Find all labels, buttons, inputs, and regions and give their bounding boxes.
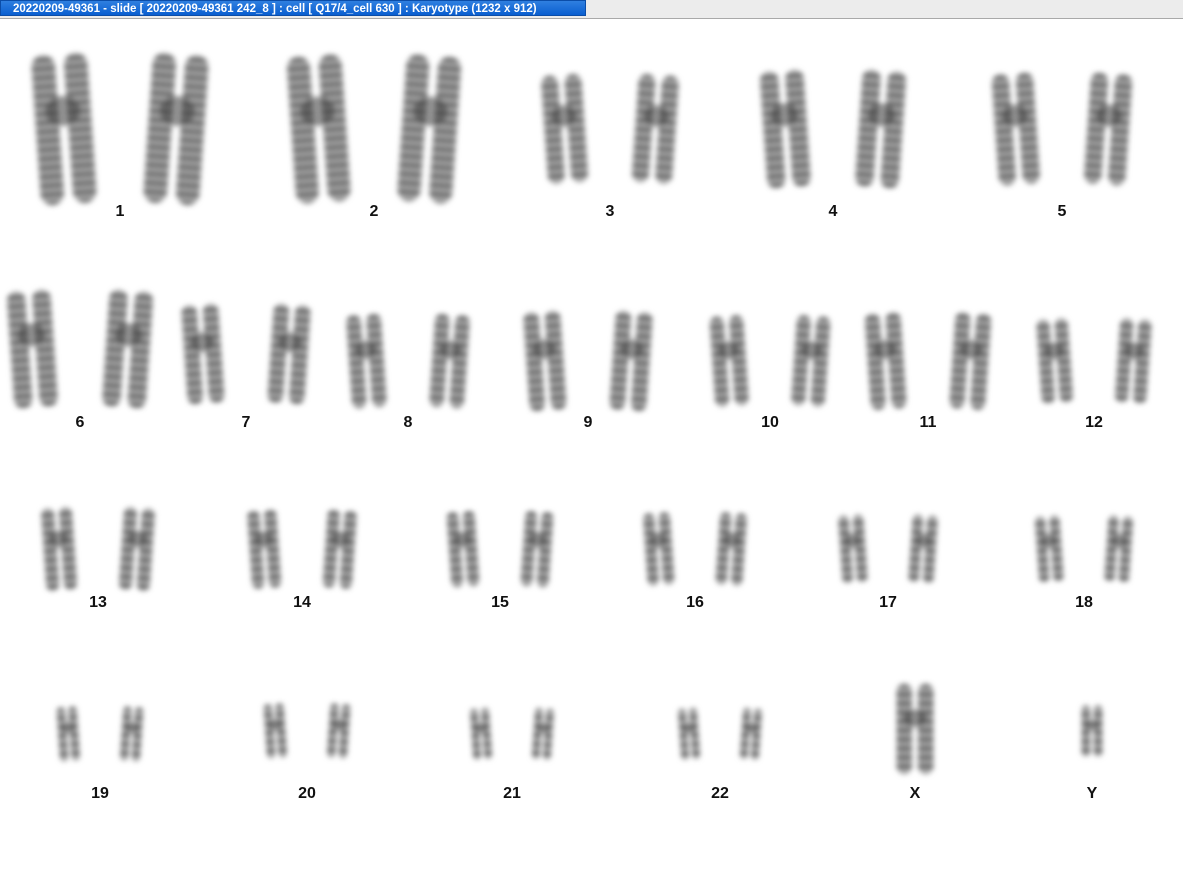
chromosome-label-11: 11 xyxy=(920,414,937,431)
chromosome-pair-6[interactable] xyxy=(6,289,153,409)
chromosome-label-20: 20 xyxy=(298,785,316,802)
chromosome-label-1: 1 xyxy=(116,203,125,220)
chromosome-pair-15[interactable] xyxy=(446,511,554,588)
chromosome-label-6: 6 xyxy=(76,414,85,431)
chromosome-pair-13[interactable] xyxy=(41,507,155,591)
chromosome-label-5: 5 xyxy=(1058,203,1067,220)
chromosome-label-x: X xyxy=(910,785,921,802)
chromosome-label-21: 21 xyxy=(503,785,521,802)
chromosome-pair-20[interactable] xyxy=(263,703,351,759)
chromosome-pair-2[interactable] xyxy=(286,54,461,204)
chromosome-label-16: 16 xyxy=(686,594,704,611)
chromosome-label-22: 22 xyxy=(711,785,729,802)
chromosome-pair-8[interactable] xyxy=(346,313,470,409)
chromosome-pair-4[interactable] xyxy=(759,69,906,189)
chromosome-pair-y[interactable] xyxy=(1081,705,1103,757)
chromosome-label-12: 12 xyxy=(1085,414,1103,431)
chromosome-pair-11[interactable] xyxy=(864,312,992,410)
chromosome-label-y: Y xyxy=(1087,785,1098,802)
chromosome-label-15: 15 xyxy=(491,594,509,611)
window-title-tab[interactable]: 20220209-49361 - slide [ 20220209-49361 … xyxy=(0,0,586,16)
chromosome-pair-12[interactable] xyxy=(1036,318,1152,404)
karyogram-canvas: 1 2 3 4 56 7 8 9 10 11 1213 14 15 16 17 1819 20 21 22 X Y xyxy=(6,52,1152,802)
chromosome-pair-10[interactable] xyxy=(709,315,831,407)
chromosome-pair-5[interactable] xyxy=(991,72,1133,186)
chromosome-pair-16[interactable] xyxy=(643,512,747,586)
chromosome-pair-x[interactable] xyxy=(896,684,934,774)
chromosome-pair-1[interactable] xyxy=(31,52,209,206)
chromosome-label-4: 4 xyxy=(829,203,838,220)
chromosome-pair-9[interactable] xyxy=(523,310,653,412)
chromosome-label-2: 2 xyxy=(370,203,379,220)
chromosome-label-19: 19 xyxy=(91,785,109,802)
chromosome-pair-7[interactable] xyxy=(181,303,311,405)
chromosome-label-17: 17 xyxy=(879,594,897,611)
chromosome-pair-22[interactable] xyxy=(678,708,762,760)
chromosome-label-13: 13 xyxy=(89,594,107,611)
chromosome-pair-14[interactable] xyxy=(247,509,357,589)
chromosome-label-8: 8 xyxy=(404,414,413,431)
chromosome-pair-3[interactable] xyxy=(541,74,679,185)
chromosome-label-14: 14 xyxy=(293,594,311,611)
chromosome-label-3: 3 xyxy=(606,203,615,220)
chromosome-pair-21[interactable] xyxy=(470,708,554,760)
window-title-strip: 20220209-49361 - slide [ 20220209-49361 … xyxy=(0,0,1183,19)
chromosome-pair-18[interactable] xyxy=(1035,515,1134,583)
chromosome-pair-19[interactable] xyxy=(56,706,144,762)
chromosome-label-10: 10 xyxy=(761,414,779,431)
chromosome-label-18: 18 xyxy=(1075,594,1093,611)
chromosome-label-7: 7 xyxy=(242,414,251,431)
chromosome-label-9: 9 xyxy=(584,414,593,431)
chromosome-pair-17[interactable] xyxy=(838,514,938,584)
